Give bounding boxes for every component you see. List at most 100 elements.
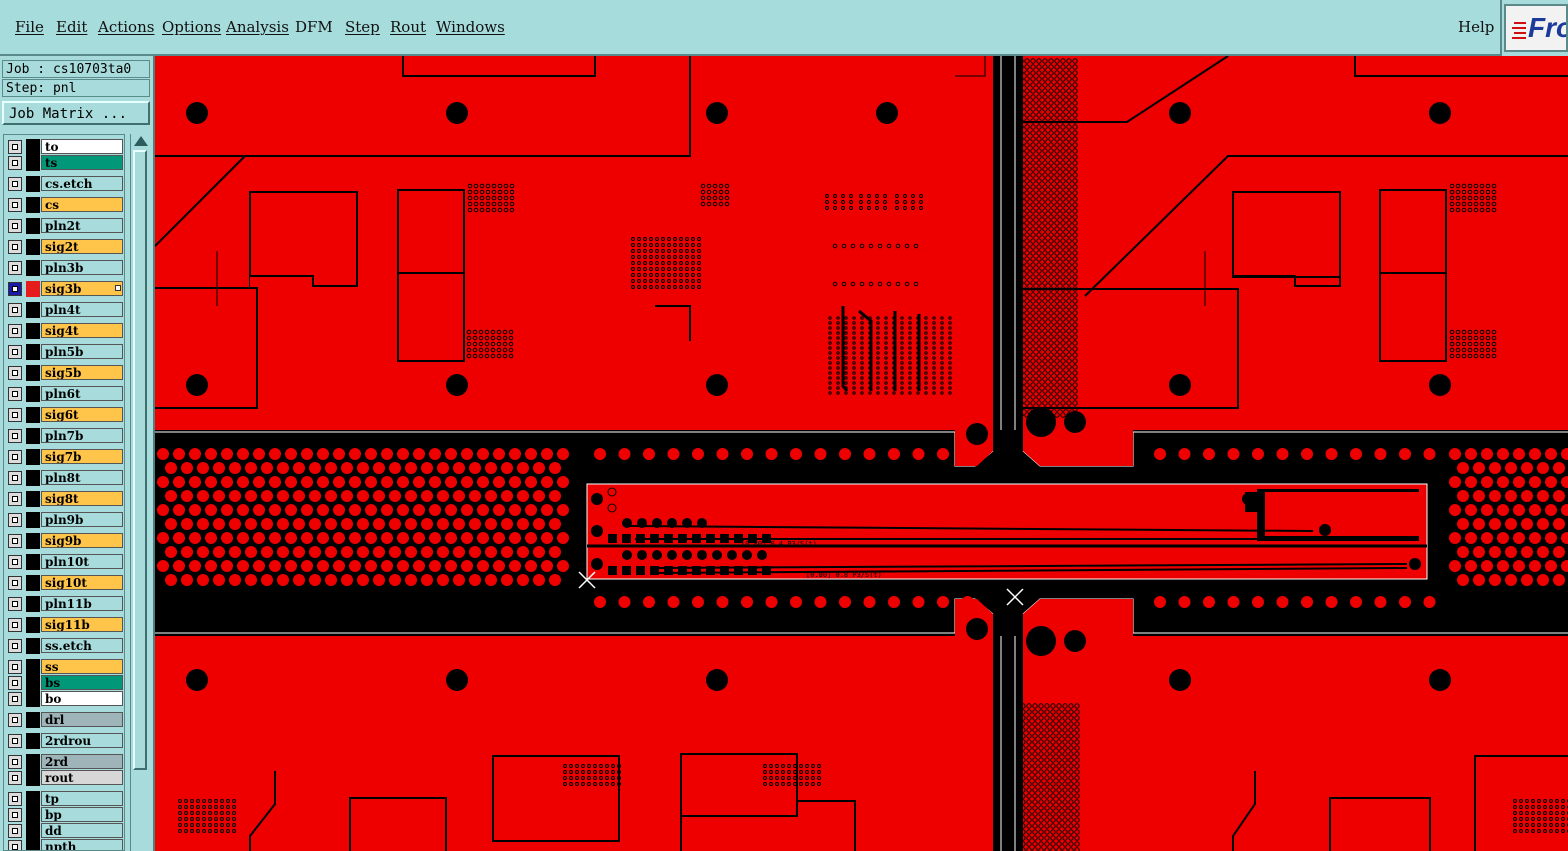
layer-display-swatch[interactable] bbox=[26, 754, 40, 770]
menu-edit[interactable]: Edit bbox=[56, 18, 87, 36]
layer-name[interactable]: sig11b bbox=[41, 617, 123, 632]
layer-display-swatch[interactable] bbox=[26, 791, 40, 807]
layer-checkbox[interactable] bbox=[8, 303, 22, 317]
layer-row-sig5b[interactable]: sig5b bbox=[6, 365, 124, 381]
layer-name[interactable]: rout bbox=[41, 770, 123, 785]
layer-row-sig2t[interactable]: sig2t bbox=[6, 239, 124, 255]
layer-name[interactable]: pln6t bbox=[41, 386, 123, 401]
layer-name[interactable]: drl bbox=[41, 712, 123, 727]
layer-name[interactable]: bs bbox=[41, 675, 123, 690]
layer-checkbox[interactable] bbox=[8, 692, 22, 706]
layer-name[interactable]: pln10t bbox=[41, 554, 123, 569]
layer-row-pln9b[interactable]: pln9b bbox=[6, 512, 124, 528]
layer-checkbox[interactable] bbox=[8, 282, 22, 296]
layer-display-swatch[interactable] bbox=[26, 218, 40, 234]
graphic-area[interactable]: [0.80] 0.4 P3/S(t) [0.80] 0.8 P3/S(t) bbox=[155, 56, 1568, 851]
layer-checkbox[interactable] bbox=[8, 156, 22, 170]
layer-display-swatch[interactable] bbox=[26, 823, 40, 839]
layer-row-pln5b[interactable]: pln5b bbox=[6, 344, 124, 360]
layer-row-sig9b[interactable]: sig9b bbox=[6, 533, 124, 549]
layer-row-cs-etch[interactable]: cs.etch bbox=[6, 176, 124, 192]
layer-display-swatch[interactable] bbox=[26, 617, 40, 633]
layer-display-swatch[interactable] bbox=[26, 176, 40, 192]
layer-checkbox[interactable] bbox=[8, 387, 22, 401]
layer-checkbox[interactable] bbox=[8, 618, 22, 632]
layer-checkbox[interactable] bbox=[8, 597, 22, 611]
menu-file[interactable]: File bbox=[15, 18, 44, 36]
layer-checkbox[interactable] bbox=[8, 492, 22, 506]
layer-display-swatch[interactable] bbox=[26, 407, 40, 423]
layer-row-2rdrou[interactable]: 2rdrou bbox=[6, 733, 124, 749]
layer-name[interactable]: sig4t bbox=[41, 323, 123, 338]
layer-display-swatch[interactable] bbox=[26, 533, 40, 549]
layer-display-swatch[interactable] bbox=[26, 428, 40, 444]
layer-row-pln10t[interactable]: pln10t bbox=[6, 554, 124, 570]
layer-name[interactable]: 2rd bbox=[41, 754, 123, 769]
layer-name[interactable]: sig5b bbox=[41, 365, 123, 380]
layer-row-sig11b[interactable]: sig11b bbox=[6, 617, 124, 633]
layer-display-swatch[interactable] bbox=[26, 554, 40, 570]
layer-name[interactable]: sig2t bbox=[41, 239, 123, 254]
layer-row-rout[interactable]: rout bbox=[6, 770, 124, 786]
layer-checkbox[interactable] bbox=[8, 792, 22, 806]
layer-name[interactable]: pln2t bbox=[41, 218, 123, 233]
layer-row-pln2t[interactable]: pln2t bbox=[6, 218, 124, 234]
layer-name[interactable]: dd bbox=[41, 823, 123, 838]
layer-checkbox[interactable] bbox=[8, 261, 22, 275]
layer-row-2rd[interactable]: 2rd bbox=[6, 754, 124, 770]
layer-row-to[interactable]: to bbox=[6, 139, 124, 155]
layer-row-ss-etch[interactable]: ss.etch bbox=[6, 638, 124, 654]
layer-name[interactable]: tp bbox=[41, 791, 123, 806]
layer-checkbox[interactable] bbox=[8, 471, 22, 485]
layer-name[interactable]: bp bbox=[41, 807, 123, 822]
layer-display-swatch[interactable] bbox=[26, 139, 40, 155]
layer-display-swatch[interactable] bbox=[26, 260, 40, 276]
menu-help[interactable]: Help bbox=[1458, 18, 1494, 36]
layer-display-swatch[interactable] bbox=[26, 807, 40, 823]
layer-checkbox[interactable] bbox=[8, 576, 22, 590]
layer-checkbox[interactable] bbox=[8, 513, 22, 527]
layer-display-swatch[interactable] bbox=[26, 197, 40, 213]
menu-options[interactable]: Options bbox=[162, 18, 221, 36]
layer-row-sig8t[interactable]: sig8t bbox=[6, 491, 124, 507]
layer-checkbox[interactable] bbox=[8, 771, 22, 785]
layer-row-pln7b[interactable]: pln7b bbox=[6, 428, 124, 444]
menu-windows[interactable]: Windows bbox=[436, 18, 505, 36]
layer-checkbox[interactable] bbox=[8, 140, 22, 154]
layer-name[interactable]: sig7b bbox=[41, 449, 123, 464]
layer-row-sig3b[interactable]: sig3b bbox=[6, 281, 124, 297]
layer-display-swatch[interactable] bbox=[26, 770, 40, 786]
scrollbar-thumb[interactable] bbox=[133, 150, 147, 770]
layer-checkbox[interactable] bbox=[8, 324, 22, 338]
menu-dfm[interactable]: DFM bbox=[295, 18, 333, 36]
layer-name[interactable]: pln8t bbox=[41, 470, 123, 485]
layer-checkbox[interactable] bbox=[8, 345, 22, 359]
layer-display-swatch[interactable] bbox=[26, 281, 40, 297]
layer-name[interactable]: sig9b bbox=[41, 533, 123, 548]
layer-name[interactable]: ss bbox=[41, 659, 123, 674]
layer-row-bs[interactable]: bs bbox=[6, 675, 124, 691]
layer-display-swatch[interactable] bbox=[26, 712, 40, 728]
layer-display-swatch[interactable] bbox=[26, 691, 40, 707]
layer-name[interactable]: cs bbox=[41, 197, 123, 212]
layer-checkbox[interactable] bbox=[8, 408, 22, 422]
layer-checkbox[interactable] bbox=[8, 660, 22, 674]
layer-row-pln3b[interactable]: pln3b bbox=[6, 260, 124, 276]
layer-name[interactable]: ss.etch bbox=[41, 638, 123, 653]
layer-display-swatch[interactable] bbox=[26, 344, 40, 360]
layer-checkbox[interactable] bbox=[8, 824, 22, 838]
layer-row-pln11b[interactable]: pln11b bbox=[6, 596, 124, 612]
layer-checkbox[interactable] bbox=[8, 808, 22, 822]
layer-display-swatch[interactable] bbox=[26, 638, 40, 654]
layer-checkbox[interactable] bbox=[8, 240, 22, 254]
layer-display-swatch[interactable] bbox=[26, 470, 40, 486]
layer-display-swatch[interactable] bbox=[26, 155, 40, 171]
layer-display-swatch[interactable] bbox=[26, 839, 40, 850]
layer-row-pln8t[interactable]: pln8t bbox=[6, 470, 124, 486]
layer-display-swatch[interactable] bbox=[26, 675, 40, 691]
layer-checkbox[interactable] bbox=[8, 840, 22, 850]
layer-row-dd[interactable]: dd bbox=[6, 823, 124, 839]
layer-row-bo[interactable]: bo bbox=[6, 691, 124, 707]
layer-row-bp[interactable]: bp bbox=[6, 807, 124, 823]
layer-name[interactable]: pln7b bbox=[41, 428, 123, 443]
